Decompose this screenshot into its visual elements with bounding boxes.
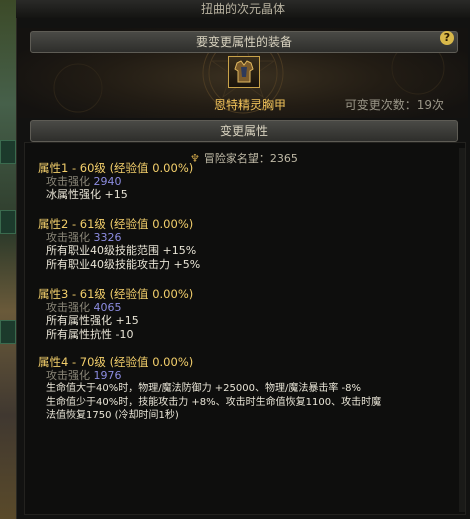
attack-enhance-value: 3326 (93, 231, 122, 245)
attribute-group: 属性1 - 60级 (经验值 0.00%) 攻击强化 2940 冰属性强化 +1… (38, 161, 194, 202)
attribute-title: 属性2 - 61级 (经验值 0.00%) (38, 217, 194, 231)
attribute-title: 属性3 - 61级 (经验值 0.00%) (38, 287, 194, 301)
attack-enhance: 攻击强化 3326 (46, 231, 122, 245)
side-chip (0, 140, 16, 164)
attack-enhance-value: 2940 (93, 175, 122, 189)
chest-armor-icon (234, 60, 254, 83)
window-title[interactable]: 扭曲的次元晶体 (16, 0, 470, 19)
attack-enhance-value: 1976 (93, 369, 122, 383)
attack-enhance-value: 4065 (93, 301, 122, 315)
attribute-title: 属性1 - 60级 (经验值 0.00%) (38, 161, 194, 175)
side-chip (0, 210, 16, 234)
background-game-scene (0, 0, 16, 519)
attribute-line: 冰属性强化 +15 (46, 188, 128, 202)
scrollbar[interactable] (459, 148, 465, 512)
fame-row: ♆ 冒险家名望：2365 (190, 150, 298, 166)
item-name: 恩特精灵胸甲 (213, 98, 286, 112)
help-icon[interactable]: ? (440, 31, 454, 45)
attribute-group: 属性4 - 70级 (经验值 0.00%) 攻击强化 1976 生命值大于40%… (38, 355, 458, 422)
equip-section-header: 要变更属性的装备 (30, 31, 458, 53)
side-chip (0, 320, 16, 344)
fame-text: 冒险家名望：2365 (203, 152, 298, 165)
attribute-title: 属性4 - 70级 (经验值 0.00%) (38, 355, 194, 369)
attack-enhance: 攻击强化 1976 (46, 369, 122, 383)
dialog-frame: 扭曲的次元晶体 要变更属性的装备 ? 恩特精灵胸甲 可变更次数：19次 变更属性… (0, 0, 470, 519)
attribute-line: 生命值大于40%时，物理/魔法防御力 +25000、物理/魔法暴击率 -8% (46, 383, 361, 395)
attribute-line: 所有职业40级技能攻击力 +5% (46, 257, 201, 271)
change-count: 可变更次数：19次 (344, 98, 444, 112)
attribute-line: 生命值少于40%时，技能攻击力 +8%、攻击时生命值恢复1100、攻击时魔 (46, 396, 382, 408)
attack-enhance: 攻击强化 4065 (46, 301, 122, 315)
attribute-line: 法值恢复1750 (冷却时间1秒) (46, 409, 179, 421)
attribute-group: 属性3 - 61级 (经验值 0.00%) 攻击强化 4065 所有属性强化 +… (38, 287, 194, 341)
attribute-line: 所有属性抗性 -10 (46, 327, 134, 341)
attribute-line: 所有属性强化 +15 (46, 314, 139, 328)
attribute-line: 所有职业40级技能范围 +15% (46, 244, 197, 258)
attack-enhance: 攻击强化 2940 (46, 175, 122, 189)
item-slot[interactable] (228, 56, 260, 88)
attr-section-header: 变更属性 (30, 120, 458, 142)
attribute-group: 属性2 - 61级 (经验值 0.00%) 攻击强化 3326 所有职业40级技… (38, 217, 201, 271)
